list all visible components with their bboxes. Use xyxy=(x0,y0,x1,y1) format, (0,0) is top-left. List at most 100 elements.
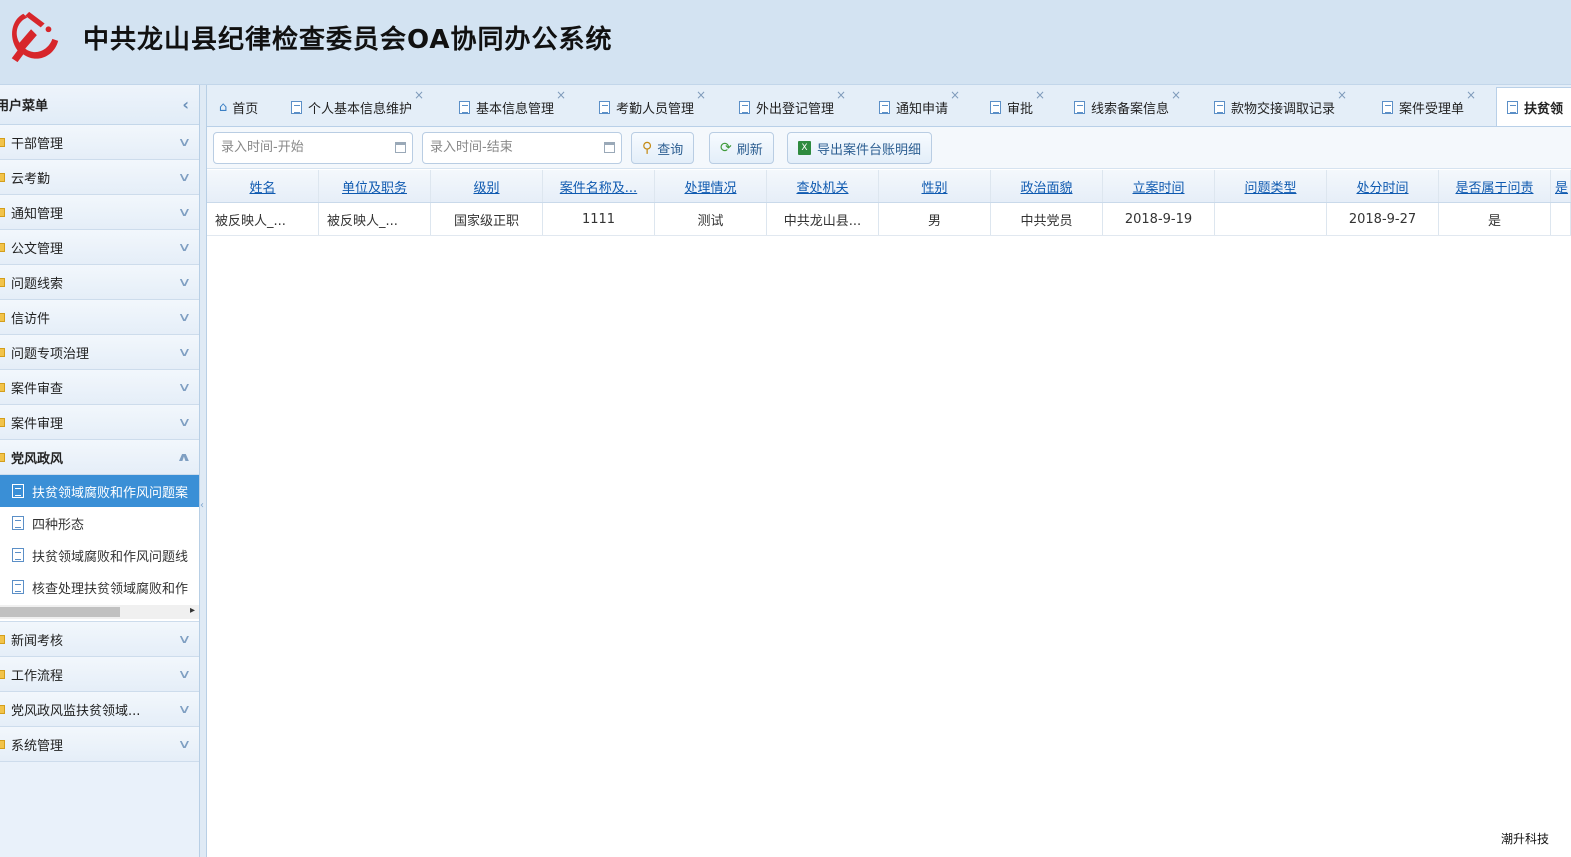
table-cell: 1111 xyxy=(543,203,655,235)
calendar-icon[interactable] xyxy=(395,142,406,153)
menu-group-label: 干部管理 xyxy=(11,136,64,152)
close-icon[interactable]: × xyxy=(556,88,566,102)
column-header[interactable]: 政治面貌 xyxy=(991,170,1103,202)
menu-group-label: 问题专项治理 xyxy=(11,346,90,362)
tab-label: 案件受理单 xyxy=(1399,101,1465,117)
tab-attendance-staff[interactable]: 考勤人员管理 × xyxy=(599,87,706,126)
tab-outing-registration[interactable]: 外出登记管理 × xyxy=(739,87,846,126)
table-cell: 中共龙山县... xyxy=(767,203,879,235)
search-icon: ⚲ xyxy=(642,140,653,156)
menu-group-attendance[interactable]: 云考勤 ∨ xyxy=(0,160,199,195)
table-cell: 男 xyxy=(879,203,991,235)
chevron-down-icon: ∨ xyxy=(177,170,192,184)
menu-group-notice[interactable]: 通知管理 ∨ xyxy=(0,195,199,230)
table-cell: 2018-9-27 xyxy=(1327,203,1439,235)
close-icon[interactable]: × xyxy=(1171,88,1181,102)
menu-group-cadre[interactable]: 干部管理 ∨ xyxy=(0,125,199,160)
tab-label: 审批 xyxy=(1007,101,1034,117)
submenu-item-label: 核查处理扶贫领域腐败和作 xyxy=(32,581,189,597)
app-title: 中共龙山县纪律检查委员会OA协同办公系统 xyxy=(83,25,613,55)
tab-basic-info[interactable]: 基本信息管理 × xyxy=(459,87,566,126)
column-header[interactable]: 级别 xyxy=(431,170,543,202)
collapse-sidebar-icon[interactable]: ‹ xyxy=(182,95,189,114)
chevron-down-icon: ∨ xyxy=(177,135,192,149)
query-button[interactable]: ⚲ 查询 xyxy=(631,132,695,164)
column-header[interactable]: 性别 xyxy=(879,170,991,202)
tab-label: 线索备案信息 xyxy=(1091,101,1170,117)
close-icon[interactable]: × xyxy=(414,88,424,102)
scroll-right-icon[interactable]: ▸ xyxy=(190,605,195,616)
tab-notice-application[interactable]: 通知申请 × xyxy=(879,87,960,126)
menu-group-label: 云考勤 xyxy=(11,171,51,187)
folder-icon xyxy=(0,452,5,462)
menu-group-special-governance[interactable]: 问题专项治理 ∨ xyxy=(0,335,199,370)
tab-clue-filing[interactable]: 线索备案信息 × xyxy=(1074,87,1181,126)
column-header[interactable]: 问题类型 xyxy=(1215,170,1327,202)
scrollbar-thumb[interactable] xyxy=(0,607,120,617)
tab-label: 首页 xyxy=(232,101,259,117)
end-date-input[interactable]: 录入时间-结束 xyxy=(422,132,622,164)
submenu-item-verification[interactable]: 核查处理扶贫领域腐败和作 xyxy=(0,571,199,603)
column-header[interactable]: 立案时间 xyxy=(1103,170,1215,202)
close-icon[interactable]: × xyxy=(836,88,846,102)
export-button[interactable]: X 导出案件台账明细 xyxy=(787,132,933,164)
folder-icon xyxy=(0,312,5,322)
table-cell: 国家级正职 xyxy=(431,203,543,235)
tab-case-acceptance[interactable]: 案件受理单 × xyxy=(1382,87,1476,126)
calendar-icon[interactable] xyxy=(604,142,615,153)
tab-home[interactable]: ⌂ 首页 xyxy=(219,87,259,126)
case-table: 姓名 单位及职务 级别 案件名称及... 处理情况 查处机关 性别 政治面貌 立… xyxy=(207,170,1571,236)
column-header[interactable]: 处理情况 xyxy=(655,170,767,202)
horizontal-scrollbar[interactable]: ▸ xyxy=(0,605,199,619)
folder-icon xyxy=(0,382,5,392)
menu-group-documents[interactable]: 公文管理 ∨ xyxy=(0,230,199,265)
chevron-down-icon: ∨ xyxy=(177,632,192,646)
menu-group-clues[interactable]: 问题线索 ∨ xyxy=(0,265,199,300)
menu-group-system[interactable]: 系统管理 ∨ xyxy=(0,727,199,762)
column-header[interactable]: 是否属于问责 xyxy=(1439,170,1551,202)
chevron-down-icon: ∨ xyxy=(177,667,192,681)
query-label: 查询 xyxy=(657,142,684,158)
close-icon[interactable]: × xyxy=(1337,88,1347,102)
menu-group-label: 问题线索 xyxy=(11,276,64,292)
app-header: 中共龙山县纪律检查委员会OA协同办公系统 xyxy=(0,0,1571,85)
document-icon xyxy=(12,516,24,530)
table-cell: 被反映人_... xyxy=(207,203,319,235)
document-icon xyxy=(1382,100,1393,114)
column-header[interactable]: 单位及职务 xyxy=(319,170,431,202)
table-row[interactable]: 被反映人_... 被反映人_... 国家级正职 1111 测试 中共龙山县...… xyxy=(207,203,1571,236)
column-header[interactable]: 是 xyxy=(1551,170,1571,202)
menu-group-workflow[interactable]: 工作流程 ∨ xyxy=(0,657,199,692)
menu-group-news[interactable]: 新闻考核 ∨ xyxy=(0,622,199,657)
menu-group-party-conduct[interactable]: 党风政风 ∧ xyxy=(0,440,199,475)
chevron-down-icon: ∨ xyxy=(177,415,192,429)
menu-group-case-review[interactable]: 案件审查 ∨ xyxy=(0,370,199,405)
close-icon[interactable]: × xyxy=(696,88,706,102)
tab-approval[interactable]: 审批 × xyxy=(990,87,1045,126)
menu-group-poverty-supervision[interactable]: 党风政风监扶贫领域... ∨ xyxy=(0,692,199,727)
submenu-item-poverty-clues[interactable]: 扶贫领域腐败和作风问题线 xyxy=(0,539,199,571)
document-icon xyxy=(990,100,1001,114)
column-header[interactable]: 姓名 xyxy=(207,170,319,202)
submenu-item-label: 扶贫领域腐败和作风问题案 xyxy=(32,485,189,501)
column-header[interactable]: 案件名称及... xyxy=(543,170,655,202)
column-header[interactable]: 处分时间 xyxy=(1327,170,1439,202)
tab-handover-records[interactable]: 款物交接调取记录 × xyxy=(1214,87,1347,126)
start-date-input[interactable]: 录入时间-开始 xyxy=(213,132,413,164)
tab-poverty-active[interactable]: 扶贫领 xyxy=(1496,87,1571,126)
refresh-button[interactable]: ⟳ 刷新 xyxy=(709,132,774,164)
refresh-icon: ⟳ xyxy=(720,140,732,156)
tab-label: 个人基本信息维护 xyxy=(308,101,413,117)
folder-icon xyxy=(0,347,5,357)
submenu-item-label: 扶贫领域腐败和作风问题线 xyxy=(32,549,189,565)
menu-group-petitions[interactable]: 信访件 ∨ xyxy=(0,300,199,335)
menu-group-case-trial[interactable]: 案件审理 ∨ xyxy=(0,405,199,440)
close-icon[interactable]: × xyxy=(1466,88,1476,102)
start-date-placeholder: 录入时间-开始 xyxy=(221,140,304,155)
submenu-item-four-forms[interactable]: 四种形态 xyxy=(0,507,199,539)
tab-personal-info[interactable]: 个人基本信息维护 × xyxy=(291,87,424,126)
submenu-item-poverty-cases[interactable]: 扶贫领域腐败和作风问题案 xyxy=(0,475,199,507)
close-icon[interactable]: × xyxy=(950,88,960,102)
close-icon[interactable]: × xyxy=(1035,88,1045,102)
column-header[interactable]: 查处机关 xyxy=(767,170,879,202)
